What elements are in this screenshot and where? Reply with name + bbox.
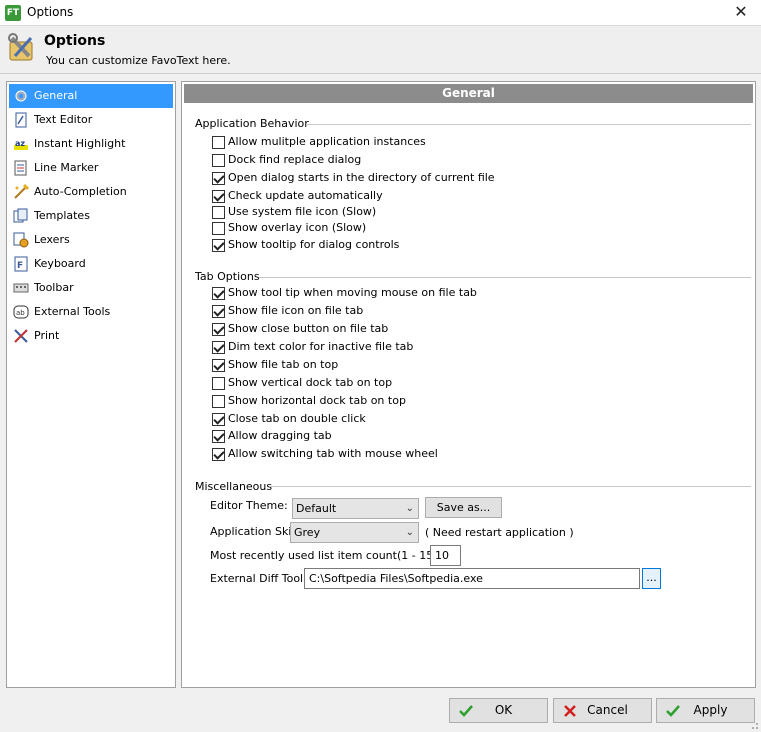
- sidebar-item-templates[interactable]: Templates: [9, 204, 173, 228]
- sidebar-item-lexers[interactable]: Lexers: [9, 228, 173, 252]
- ok-button[interactable]: OK: [449, 698, 548, 723]
- checkbox-box[interactable]: [212, 154, 225, 167]
- restart-note: ( Need restart application ): [425, 526, 574, 539]
- group-divider: [269, 486, 751, 487]
- templates-icon: [13, 208, 28, 223]
- window-title: Options: [27, 5, 74, 19]
- line-marker-icon: [14, 160, 27, 176]
- sidebar-item-label: Templates: [34, 209, 90, 222]
- title-bar: FT Options ✕: [0, 0, 761, 26]
- lexers-icon: [13, 232, 29, 248]
- sidebar-item-label: Keyboard: [34, 257, 86, 270]
- checkbox-box[interactable]: [212, 413, 225, 426]
- sidebar-item-label: Auto-Completion: [34, 185, 127, 198]
- gear-icon: [15, 90, 27, 102]
- toolbar-icon: [13, 283, 29, 293]
- sidebar-item-general[interactable]: General: [9, 84, 173, 108]
- checkbox-box[interactable]: [212, 172, 225, 185]
- sidebar-item-keyboard[interactable]: F Keyboard: [9, 252, 173, 276]
- auto-complete-icon: [14, 184, 29, 199]
- header-title: Options: [44, 33, 106, 49]
- checkbox-box[interactable]: [212, 136, 225, 149]
- checkbox-box[interactable]: [212, 305, 225, 318]
- sidebar-item-label: Line Marker: [34, 161, 99, 174]
- browse-button[interactable]: ...: [642, 568, 661, 589]
- sidebar-item-instant-highlight[interactable]: az Instant Highlight: [9, 132, 173, 156]
- checkbox-box[interactable]: [212, 377, 225, 390]
- group-label-tab-options: Tab Options: [195, 270, 260, 283]
- save-as-button[interactable]: Save as...: [425, 497, 502, 518]
- sidebar-item-print[interactable]: Print: [9, 324, 173, 348]
- external-diff-tool-label: External Diff Tool:: [210, 572, 307, 585]
- close-icon[interactable]: ✕: [731, 2, 751, 21]
- sidebar-item-external-tools[interactable]: ab External Tools: [9, 300, 173, 324]
- sidebar-item-auto-completion[interactable]: Auto-Completion: [9, 180, 173, 204]
- sidebar-item-label: Lexers: [34, 233, 70, 246]
- cancel-button[interactable]: Cancel: [553, 698, 652, 723]
- checkbox-box[interactable]: [212, 341, 225, 354]
- app-logo-icon: FT: [5, 5, 21, 21]
- sidebar-item-text-editor[interactable]: Text Editor: [9, 108, 173, 132]
- group-divider: [259, 277, 751, 278]
- editor-theme-label: Editor Theme:: [210, 499, 288, 512]
- checkbox-box[interactable]: [212, 190, 225, 203]
- sidebar-item-label: General: [34, 89, 78, 102]
- svg-text:ab: ab: [16, 309, 25, 317]
- checkbox-box[interactable]: [212, 395, 225, 408]
- highlight-icon: az: [14, 139, 28, 150]
- editor-theme-select[interactable]: Default ⌄: [292, 498, 419, 519]
- sidebar-item-label: Print: [34, 329, 60, 342]
- keyboard-shortcut-icon: F: [14, 256, 28, 272]
- sidebar-item-label: Instant Highlight: [34, 137, 126, 150]
- sidebar-item-label: Toolbar: [34, 281, 74, 294]
- general-settings-panel: General Application Behavior Allow mulit…: [181, 81, 756, 688]
- sidebar-item-toolbar[interactable]: Toolbar: [9, 276, 173, 300]
- checkbox-box[interactable]: [212, 323, 225, 336]
- mru-count-label: Most recently used list item count(1 - 1…: [210, 549, 442, 562]
- apply-button[interactable]: Apply: [656, 698, 755, 723]
- checkbox-box[interactable]: [212, 359, 225, 372]
- mru-count-input[interactable]: 10: [430, 545, 461, 566]
- sidebar-item-line-marker[interactable]: Line Marker: [9, 156, 173, 180]
- panel-title: General: [184, 84, 753, 103]
- print-tools-icon: [14, 329, 28, 343]
- document-edit-icon: [15, 112, 27, 128]
- svg-text:az: az: [15, 139, 25, 148]
- checkbox-box[interactable]: [212, 448, 225, 461]
- group-label-miscellaneous: Miscellaneous: [195, 480, 273, 493]
- checkbox-box[interactable]: [212, 222, 225, 235]
- external-diff-tool-input[interactable]: C:\Softpedia Files\Softpedia.exe: [304, 568, 640, 589]
- application-skin-label: Application Skin:: [210, 525, 303, 538]
- chevron-down-icon: ⌄: [405, 527, 414, 538]
- checkbox-box[interactable]: [212, 287, 225, 300]
- sidebar-item-label: External Tools: [34, 305, 111, 318]
- chevron-down-icon: ⌄: [405, 503, 414, 514]
- group-divider: [307, 124, 751, 125]
- checkbox-box[interactable]: [212, 430, 225, 443]
- header-subtitle: You can customize FavoText here.: [46, 54, 231, 67]
- group-label-application-behavior: Application Behavior: [195, 117, 309, 130]
- checkbox-box[interactable]: [212, 206, 225, 219]
- options-tools-icon: [8, 33, 33, 61]
- application-skin-select[interactable]: Grey ⌄: [290, 522, 419, 543]
- external-tools-icon: ab: [13, 305, 29, 319]
- dialog-header: Options You can customize FavoText here.: [0, 26, 761, 74]
- options-category-list[interactable]: General Text Editor az Instant Highlight…: [6, 81, 176, 688]
- sidebar-item-label: Text Editor: [34, 113, 93, 126]
- svg-text:F: F: [17, 261, 23, 271]
- resize-grip-icon[interactable]: [749, 720, 759, 730]
- checkbox-box[interactable]: [212, 239, 225, 252]
